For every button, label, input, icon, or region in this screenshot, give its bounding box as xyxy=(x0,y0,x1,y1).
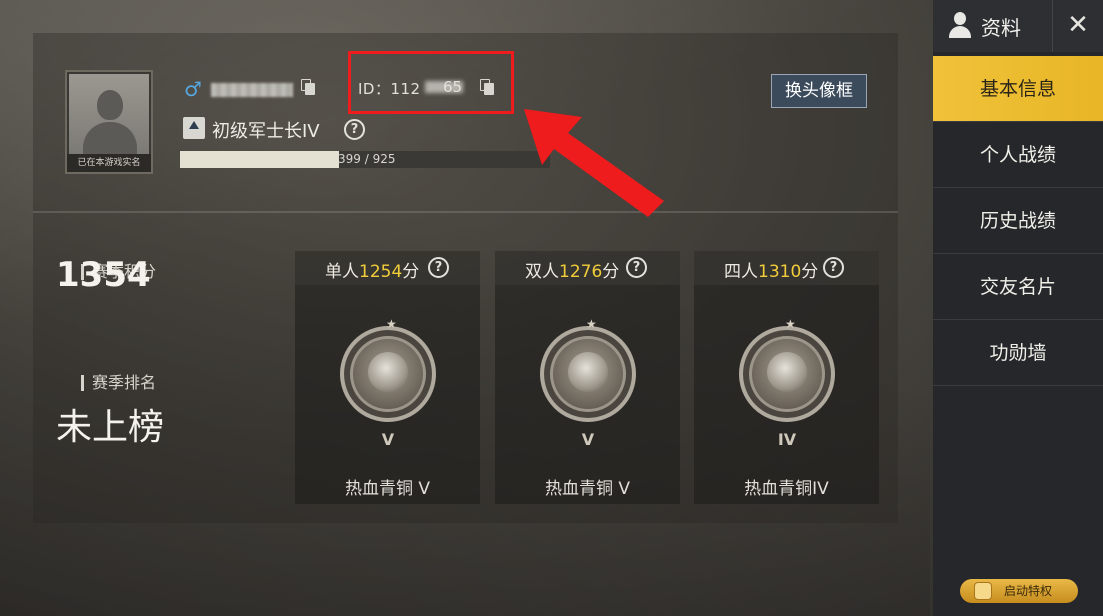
bronze-tier-badge-icon: ★ V xyxy=(340,317,436,449)
sidebar-item-basic-info[interactable]: 基本信息 xyxy=(933,56,1103,122)
bronze-tier-badge-icon: ★ IV xyxy=(739,317,835,449)
xp-progress-fill xyxy=(180,151,340,168)
red-arrow-icon xyxy=(524,109,664,217)
mode-title: 四人1310分 xyxy=(724,262,819,282)
person-icon xyxy=(947,12,973,38)
player-rank-name: 初级军士长IV xyxy=(212,121,320,142)
mode-card-squad[interactable]: 四人1310分 ? ★ IV 热血青铜IV xyxy=(694,251,879,504)
badge-tier-numeral: IV xyxy=(777,430,797,449)
season-rank-value: 未上榜 xyxy=(56,407,165,448)
mode-tier-name: 热血青铜IV xyxy=(744,479,829,499)
mode-card-solo[interactable]: 单人1254分 ? ★ V 热血青铜 V xyxy=(295,251,480,504)
mode-help-icon[interactable]: ? xyxy=(823,257,844,278)
mode-title: 双人1276分 xyxy=(525,262,620,282)
mode-header: 四人1310分 ? xyxy=(694,251,879,285)
male-gender-icon: ♂ xyxy=(184,77,202,101)
player-id-prefix: ID：112 xyxy=(358,80,421,98)
xp-progress-text: 399 / 925 xyxy=(338,152,396,166)
sidebar-title: 资料 xyxy=(981,16,1021,40)
mode-title: 单人1254分 xyxy=(325,262,420,282)
avatar-placeholder-icon xyxy=(69,74,149,154)
badge-tier-numeral: V xyxy=(581,430,595,449)
change-avatar-frame-button[interactable]: 换头像框 xyxy=(771,74,867,108)
mode-help-icon[interactable]: ? xyxy=(626,257,647,278)
sidebar-item-personal-record[interactable]: 个人战绩 xyxy=(933,122,1103,188)
sidebar-header: 资料 xyxy=(933,0,1053,52)
mode-help-icon[interactable]: ? xyxy=(428,257,449,278)
mode-tier-name: 热血青铜 V xyxy=(544,479,631,499)
close-button[interactable]: ✕ xyxy=(1053,0,1103,52)
player-name-redacted xyxy=(211,83,293,97)
sidebar: 资料 ✕ 基本信息 个人战绩 历史战绩 交友名片 功勋墙 xyxy=(933,0,1103,616)
sidebar-item-match-history[interactable]: 历史战绩 xyxy=(933,188,1103,254)
mode-header: 双人1276分 ? xyxy=(495,251,680,285)
season-score-value: 1354 xyxy=(56,255,151,295)
copy-name-icon[interactable] xyxy=(301,79,315,95)
privilege-icon xyxy=(974,582,992,600)
mode-card-duo[interactable]: 双人1276分 ? ★ V 热血青铜 V xyxy=(495,251,680,504)
profile-header: 已在本游戏实名 ♂ ID：112 65 换头像框 初级军士长IV ? 399 /… xyxy=(33,33,898,211)
player-id-suffix: 65 xyxy=(443,78,463,96)
avatar-caption: 已在本游戏实名 xyxy=(67,154,151,172)
mode-tier-name: 热血青铜 V xyxy=(344,479,431,499)
section-divider xyxy=(33,211,898,213)
copy-id-icon[interactable] xyxy=(480,79,494,95)
sidebar-item-friend-card[interactable]: 交友名片 xyxy=(933,254,1103,320)
rank-insignia-icon xyxy=(183,117,205,139)
avatar[interactable]: 已在本游戏实名 xyxy=(65,70,153,174)
sidebar-item-merit-wall[interactable]: 功勋墙 xyxy=(933,320,1103,386)
rank-help-icon[interactable]: ? xyxy=(344,119,365,140)
bronze-tier-badge-icon: ★ V xyxy=(540,317,636,449)
season-rank-label: 赛季排名 xyxy=(81,375,156,391)
mode-header: 单人1254分 ? xyxy=(295,251,480,285)
badge-tier-numeral: V xyxy=(381,430,395,449)
